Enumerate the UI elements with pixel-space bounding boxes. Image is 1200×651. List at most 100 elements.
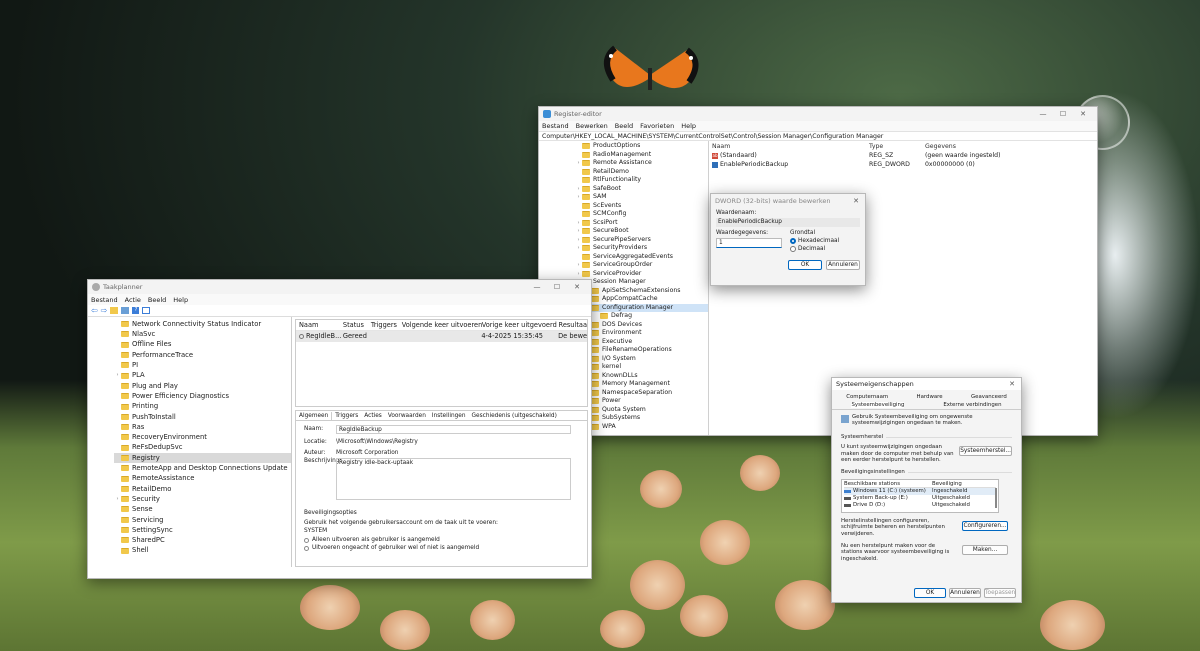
col-triggers[interactable]: Triggers	[371, 320, 402, 330]
tree-item[interactable]: PushToInstall	[114, 412, 291, 422]
menu-help[interactable]: Help	[173, 296, 188, 304]
tree-item[interactable]: SettingSync	[114, 525, 291, 535]
tree-item[interactable]: Plug and Play	[114, 381, 291, 391]
grid-icon[interactable]	[121, 307, 130, 314]
tab-algemeen[interactable]: Algemeen	[296, 411, 333, 420]
tree-item[interactable]: › SecurityProviders	[575, 244, 708, 253]
system-restore-button[interactable]: Systeemherstel...	[959, 446, 1012, 457]
tree-item[interactable]: KnownDLLs	[575, 372, 708, 381]
tree-item[interactable]: Shell	[114, 546, 291, 556]
col-gegevens[interactable]: Gegevens	[925, 142, 956, 151]
ok-button[interactable]: OK	[914, 588, 946, 598]
configure-button[interactable]: Configureren...	[962, 520, 1008, 531]
tree-item[interactable]: › SecureBoot	[575, 227, 708, 236]
value-row[interactable]: EnablePeriodicBackup REG_DWORD 0x0000000…	[712, 160, 1094, 169]
close-icon[interactable]: ✕	[567, 283, 587, 291]
tree-item[interactable]: › SecurePipeServers	[575, 236, 708, 245]
col-naam[interactable]: Naam	[296, 320, 343, 330]
tree-item[interactable]: ReFsDedupSvc	[114, 443, 291, 453]
panel-icon[interactable]	[142, 307, 151, 314]
registry-titlebar[interactable]: Register-editor — ☐ ✕	[539, 107, 1097, 121]
tree-item[interactable]: NlaSvc	[114, 329, 291, 339]
tab-externe-verbindingen[interactable]: Externe verbindingen	[943, 402, 1001, 408]
tree-item[interactable]: RemoteApp and Desktop Connections Update	[114, 463, 291, 473]
run-logged-on-radio[interactable]: Alleen uitvoeren als gebruiker is aangem…	[304, 537, 579, 543]
tab-systeembeveiliging[interactable]: Systeembeveiliging	[851, 402, 905, 408]
tree-item[interactable]: Executive	[575, 338, 708, 347]
close-icon[interactable]: ✕	[1073, 110, 1093, 118]
hex-radio[interactable]: Hexadecimaal	[790, 238, 860, 244]
value-data-field[interactable]: 1	[716, 238, 782, 248]
tab-acties[interactable]: Acties	[361, 412, 385, 420]
tree-item[interactable]: I/O System	[575, 355, 708, 364]
name-value[interactable]: RegIdleBackup	[336, 424, 571, 434]
col-naam[interactable]: Naam	[712, 142, 869, 151]
tree-item[interactable]: RtlFunctionality	[575, 176, 708, 185]
minimize-icon[interactable]: —	[527, 283, 547, 291]
task-titlebar[interactable]: Taakplanner — ☐ ✕	[88, 280, 591, 294]
tree-item[interactable]: RetailDemo	[575, 168, 708, 177]
menu-bestand[interactable]: Bestand	[542, 122, 569, 130]
tree-item[interactable]: › Remote Assistance	[575, 159, 708, 168]
address-bar[interactable]: Computer\HKEY_LOCAL_MACHINE\SYSTEM\Curre…	[539, 131, 1097, 141]
tree-item[interactable]: SharedPC	[114, 535, 291, 545]
menu-bestand[interactable]: Bestand	[91, 296, 118, 304]
value-row[interactable]: ab (Standaard) REG_SZ (geen waarde ingest…	[712, 151, 1094, 160]
tab-computernaam[interactable]: Computernaam	[846, 394, 888, 400]
tab-voorwaarden[interactable]: Voorwaarden	[385, 412, 429, 420]
menu-beeld[interactable]: Beeld	[615, 122, 633, 130]
col-result[interactable]: Resultaa	[559, 320, 587, 330]
tab-hardware[interactable]: Hardware	[917, 394, 943, 400]
dec-radio[interactable]: Decimaal	[790, 246, 860, 252]
col-next-run[interactable]: Volgende keer uitvoeren	[402, 320, 483, 330]
minimize-icon[interactable]: —	[1033, 110, 1053, 118]
tree-item[interactable]: › SafeBoot	[575, 185, 708, 194]
apply-button[interactable]: Toepassen	[984, 588, 1016, 598]
tree-item[interactable]: Network Connectivity Status Indicator	[114, 319, 291, 329]
tree-item[interactable]: RetailDemo	[114, 484, 291, 494]
tree-item[interactable]: ServiceAggregatedEvents	[575, 253, 708, 262]
tree-item[interactable]: › ServiceProvider	[575, 270, 708, 279]
tree-item[interactable]: RecoveryEnvironment	[114, 432, 291, 442]
drive-row[interactable]: Windows 11 (C:) (systeem) Ingeschakeld	[844, 487, 996, 495]
tree-item[interactable]: › SAM	[575, 193, 708, 202]
tree-item-selected[interactable]: Registry	[114, 452, 291, 464]
scrollbar[interactable]	[995, 487, 997, 508]
tree-item[interactable]: ⌄Session Manager	[575, 278, 708, 287]
tree-item[interactable]: SubSystems	[575, 414, 708, 423]
tree-item[interactable]: Ras	[114, 422, 291, 432]
tree-item[interactable]: Memory Management	[575, 380, 708, 389]
tree-item[interactable]: FileRenameOperations	[575, 346, 708, 355]
tree-item[interactable]: RadioManagement	[575, 151, 708, 160]
tree-item[interactable]: WPA	[575, 423, 708, 432]
maximize-icon[interactable]: ☐	[1053, 110, 1073, 118]
maximize-icon[interactable]: ☐	[547, 283, 567, 291]
value-name-field[interactable]: EnablePeriodicBackup	[716, 218, 860, 227]
dword-titlebar[interactable]: DWORD (32-bits) waarde bewerken ✕	[711, 194, 865, 207]
tree-item[interactable]: Power Efficiency Diagnostics	[114, 391, 291, 401]
forward-icon[interactable]: ⇨	[101, 306, 108, 315]
close-icon[interactable]: ✕	[851, 197, 861, 205]
tree-item[interactable]: PerformanceTrace	[114, 350, 291, 360]
tree-item[interactable]: Environment	[575, 329, 708, 338]
drive-row[interactable]: System Back-up (E:) Uitgeschakeld	[844, 495, 996, 502]
sysprops-titlebar[interactable]: Systeemeigenschappen ✕	[832, 378, 1021, 390]
menu-actie[interactable]: Actie	[125, 296, 141, 304]
col-status[interactable]: Status	[343, 320, 371, 330]
tree-item[interactable]: › PLA	[114, 370, 291, 380]
tree-item[interactable]: NamespaceSeparation	[575, 389, 708, 398]
ok-button[interactable]: OK	[788, 260, 822, 270]
tree-item[interactable]: ScEvents	[575, 202, 708, 211]
create-button[interactable]: Maken...	[962, 545, 1008, 556]
col-last-run[interactable]: Vorige keer uitgevoerd	[482, 320, 559, 330]
tree-item[interactable]: › ScsiPort	[575, 219, 708, 228]
tree-item[interactable]: ProductOptions	[575, 142, 708, 151]
col-type[interactable]: Type	[869, 142, 925, 151]
back-icon[interactable]: ⇦	[91, 306, 98, 315]
cancel-button[interactable]: Annuleren	[826, 260, 860, 270]
tree-item[interactable]: PI	[114, 360, 291, 370]
tab-geavanceerd[interactable]: Geavanceerd	[971, 394, 1007, 400]
tree-item[interactable]: DOS Devices	[575, 321, 708, 330]
tree-item[interactable]: Servicing	[114, 515, 291, 525]
tree-item-selected[interactable]: ⌄Configuration Manager	[575, 303, 708, 312]
